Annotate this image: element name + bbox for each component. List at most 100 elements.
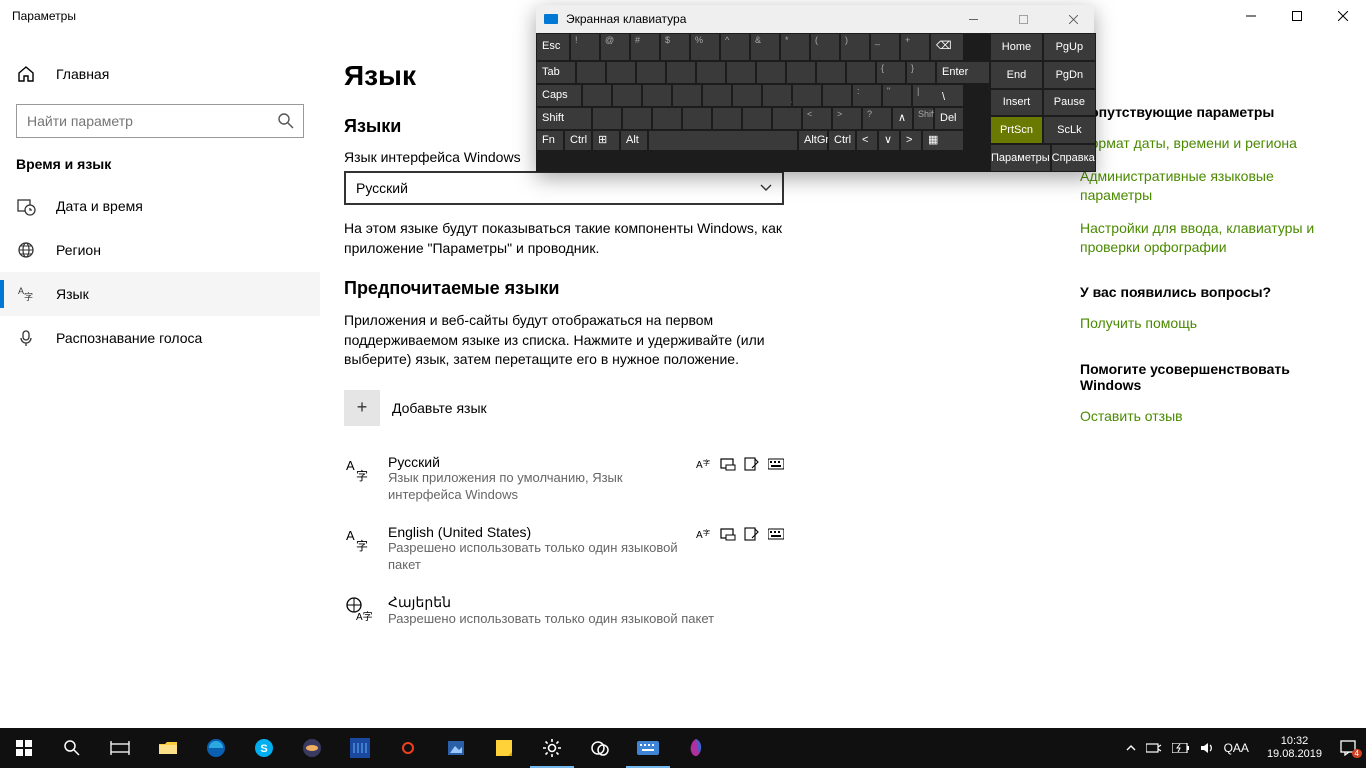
- search-input[interactable]: [27, 113, 277, 129]
- tray-volume-icon[interactable]: [1200, 741, 1214, 755]
- osk-key[interactable]: <: [856, 130, 878, 151]
- osk-key[interactable]: Caps: [536, 84, 582, 107]
- osk-key[interactable]: Ctrl: [828, 130, 856, 151]
- taskbar-app-edge[interactable]: [192, 728, 240, 768]
- osk-key[interactable]: c: [652, 107, 682, 130]
- window-maximize-button[interactable]: [1274, 0, 1320, 32]
- osk-key[interactable]: Tab: [536, 61, 576, 84]
- language-icon: A字: [16, 284, 36, 304]
- interface-language-dropdown[interactable]: Русский: [344, 171, 784, 205]
- rail-link[interactable]: Формат даты, времени и региона: [1080, 134, 1344, 153]
- sidebar-item-language[interactable]: A字 Язык: [0, 272, 320, 316]
- osk-key[interactable]: ∧: [892, 107, 913, 130]
- tray-clock[interactable]: 10:32 19.08.2019: [1259, 735, 1330, 761]
- osk-key[interactable]: >: [900, 130, 922, 151]
- osk-key[interactable]: <,: [802, 107, 832, 130]
- task-view-button[interactable]: [96, 728, 144, 768]
- sidebar-item-date-time[interactable]: Дата и время: [0, 184, 320, 228]
- osk-side-key[interactable]: Home: [990, 33, 1043, 61]
- svg-text:字: 字: [703, 528, 710, 537]
- osk-close-button[interactable]: [1052, 5, 1094, 33]
- taskbar-app-generic1[interactable]: [288, 728, 336, 768]
- osk-key[interactable]: ▦: [922, 130, 964, 151]
- osk-key[interactable]: Shift: [913, 107, 934, 130]
- osk-key[interactable]: AltGr: [798, 130, 828, 151]
- taskbar-app-osk[interactable]: [624, 728, 672, 768]
- on-screen-keyboard-window: Экранная клавиатура Esc!1@2#3$4%5^6&7*8(…: [536, 5, 1094, 172]
- right-rail: Сопутствующие параметры Формат даты, вре…: [1080, 32, 1360, 728]
- svg-text:字: 字: [24, 291, 33, 302]
- rail-improve-heading: Помогите усовершенствовать Windows: [1080, 361, 1344, 393]
- language-glyph-icon: A字: [344, 526, 372, 554]
- osk-key[interactable]: Del: [934, 107, 964, 130]
- osk-key[interactable]: v: [682, 107, 712, 130]
- chevron-down-icon: [760, 182, 772, 194]
- sidebar-item-region[interactable]: Регион: [0, 228, 320, 272]
- svg-text:字: 字: [356, 538, 368, 553]
- tray-chevron-up-icon[interactable]: [1126, 743, 1136, 753]
- language-item[interactable]: A字English (United States)Разрешено испол…: [344, 514, 784, 584]
- osk-key[interactable]: Ctrl: [564, 130, 592, 151]
- osk-side-key[interactable]: End: [990, 61, 1043, 89]
- osk-key[interactable]: m: [772, 107, 802, 130]
- add-language-button[interactable]: + Добавьте язык: [344, 390, 1040, 426]
- osk-side-key[interactable]: Параметры: [990, 144, 1051, 172]
- tray-notifications-icon[interactable]: 4: [1340, 740, 1362, 756]
- osk-key[interactable]: [648, 130, 798, 151]
- sidebar-category: Время и язык: [0, 156, 320, 184]
- tray-date: 19.08.2019: [1267, 748, 1322, 761]
- taskbar-app-explorer[interactable]: [144, 728, 192, 768]
- language-item[interactable]: A字ՀայերենРазрешено использовать только о…: [344, 584, 784, 638]
- osk-side-key[interactable]: PrtScn: [990, 116, 1043, 144]
- osk-key[interactable]: Fn: [536, 130, 564, 151]
- osk-key[interactable]: n: [742, 107, 772, 130]
- osk-key[interactable]: x: [622, 107, 652, 130]
- taskbar-app-generic4[interactable]: [576, 728, 624, 768]
- taskbar-app-paint3d[interactable]: [672, 728, 720, 768]
- taskbar-app-photos[interactable]: [432, 728, 480, 768]
- osk-side-key[interactable]: ScLk: [1043, 116, 1096, 144]
- rail-link-feedback[interactable]: Оставить отзыв: [1080, 407, 1344, 426]
- tray-network-icon[interactable]: [1146, 742, 1162, 754]
- taskbar-app-skype[interactable]: S: [240, 728, 288, 768]
- osk-key[interactable]: Esc: [536, 33, 570, 61]
- osk-key[interactable]: ∨: [878, 130, 900, 151]
- search-container[interactable]: [16, 104, 304, 138]
- osk-side-key[interactable]: Pause: [1043, 89, 1096, 117]
- taskbar-app-settings[interactable]: [528, 728, 576, 768]
- rail-link[interactable]: Настройки для ввода, клавиатуры и провер…: [1080, 219, 1344, 257]
- language-item[interactable]: A字РусскийЯзык приложения по умолчанию, Я…: [344, 444, 784, 514]
- sidebar-home[interactable]: Главная: [0, 56, 320, 92]
- osk-key[interactable]: Alt: [620, 130, 648, 151]
- language-feature-icons: A字: [696, 524, 784, 541]
- osk-side-key[interactable]: PgUp: [1043, 33, 1096, 61]
- osk-side-key[interactable]: Insert: [990, 89, 1043, 117]
- window-minimize-button[interactable]: [1228, 0, 1274, 32]
- search-icon: [277, 112, 295, 130]
- osk-key[interactable]: b: [712, 107, 742, 130]
- rail-link[interactable]: Административные языковые параметры: [1080, 167, 1344, 205]
- start-button[interactable]: [0, 728, 48, 768]
- taskbar-search[interactable]: [48, 728, 96, 768]
- osk-side-key[interactable]: Справка: [1051, 144, 1096, 172]
- rail-link-help[interactable]: Получить помощь: [1080, 314, 1344, 333]
- sidebar-item-speech[interactable]: Распознавание голоса: [0, 316, 320, 360]
- svg-text:A: A: [696, 460, 703, 471]
- tray-language-indicator[interactable]: QAA: [1224, 741, 1249, 755]
- osk-key[interactable]: Shift: [536, 107, 592, 130]
- window-close-button[interactable]: [1320, 0, 1366, 32]
- osk-maximize-button[interactable]: [1002, 5, 1044, 33]
- osk-key[interactable]: >.: [832, 107, 862, 130]
- osk-key[interactable]: z: [592, 107, 622, 130]
- feature-icon: [744, 527, 760, 541]
- osk-key[interactable]: ⊞: [592, 130, 620, 151]
- osk-side-key[interactable]: PgDn: [1043, 61, 1096, 89]
- taskbar-app-sticky-notes[interactable]: [480, 728, 528, 768]
- osk-key[interactable]: ?/: [862, 107, 892, 130]
- taskbar: S QAA 10:32 19.08.2019 4: [0, 728, 1366, 768]
- taskbar-app-generic2[interactable]: [336, 728, 384, 768]
- taskbar-app-generic3[interactable]: [384, 728, 432, 768]
- sidebar-item-label: Регион: [56, 242, 101, 258]
- language-name: Հայերեն: [388, 594, 768, 611]
- tray-battery-icon[interactable]: [1172, 743, 1190, 753]
